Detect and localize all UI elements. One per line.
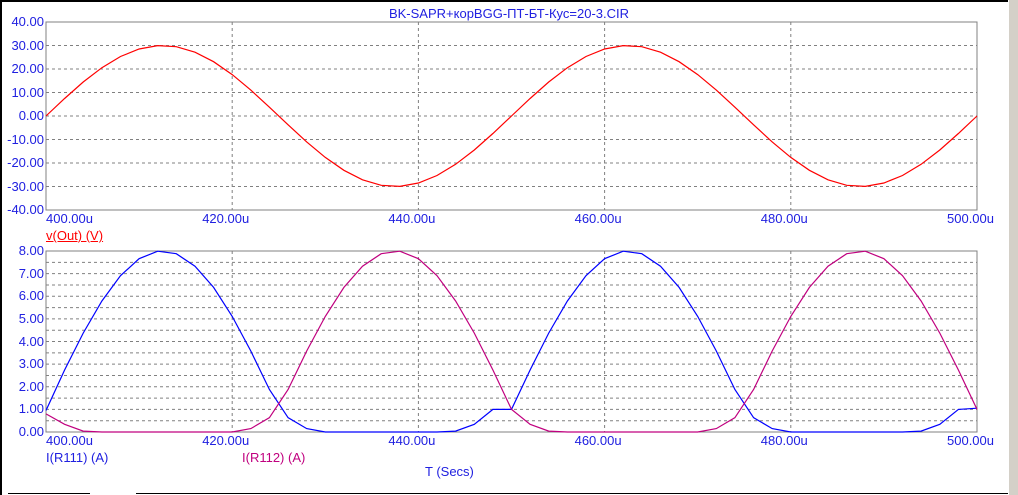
x-tick-label: 460.00u bbox=[574, 211, 622, 226]
y-tick-label: 40.00 bbox=[11, 14, 44, 29]
x-axis-label: T (Secs) bbox=[425, 464, 474, 479]
y-tick-label: 2.00 bbox=[18, 378, 44, 394]
x-tick-label: 500.00u bbox=[947, 211, 994, 226]
y-tick-label: 3.00 bbox=[18, 356, 44, 372]
y-tick-label: 20.00 bbox=[11, 61, 44, 76]
y-tick-label: -20.00 bbox=[7, 155, 44, 170]
y-tick-label: 30.00 bbox=[11, 37, 44, 53]
x-tick-label: 500.00u bbox=[947, 433, 994, 448]
legend-vout[interactable]: v(Out) (V) bbox=[46, 228, 103, 243]
x-tick-label: 460.00u bbox=[574, 433, 622, 448]
y-tick-label: 8.00 bbox=[18, 243, 44, 258]
x-tick-label: 420.00u bbox=[202, 211, 250, 226]
x-tick-label: 400.00u bbox=[46, 211, 93, 226]
y-tick-label: 6.00 bbox=[18, 288, 44, 304]
y-tick-label: 1.00 bbox=[18, 401, 44, 417]
plot-area[interactable] bbox=[0, 0, 1018, 495]
y-tick-label: 5.00 bbox=[18, 310, 44, 326]
y-tick-label: -10.00 bbox=[7, 131, 44, 147]
x-tick-label: 480.00u bbox=[760, 211, 808, 226]
y-tick-label: 4.00 bbox=[18, 333, 44, 349]
probe-window: BK-SAPR+корBGG-ПТ-БТ-Кус=20-3.CIR 40.00 3… bbox=[0, 0, 1018, 495]
y-tick-label: 7.00 bbox=[18, 265, 44, 281]
x-tick-label: 440.00u bbox=[388, 433, 436, 448]
y-tick-label: 0.00 bbox=[18, 424, 44, 439]
legend-i-r111[interactable]: I(R111) (A) bbox=[46, 450, 108, 465]
y-tick-label: 0.00 bbox=[18, 108, 44, 123]
x-tick-label: 440.00u bbox=[388, 211, 436, 226]
y-tick-label: -40.00 bbox=[7, 202, 44, 217]
legend-i-r112[interactable]: I(R112) (A) bbox=[242, 450, 305, 465]
y-tick-label: 10.00 bbox=[11, 84, 44, 100]
x-tick-label: 480.00u bbox=[760, 433, 808, 448]
x-tick-label: 420.00u bbox=[202, 433, 250, 448]
x-tick-label: 400.00u bbox=[46, 433, 93, 448]
y-tick-label: -30.00 bbox=[7, 178, 44, 194]
